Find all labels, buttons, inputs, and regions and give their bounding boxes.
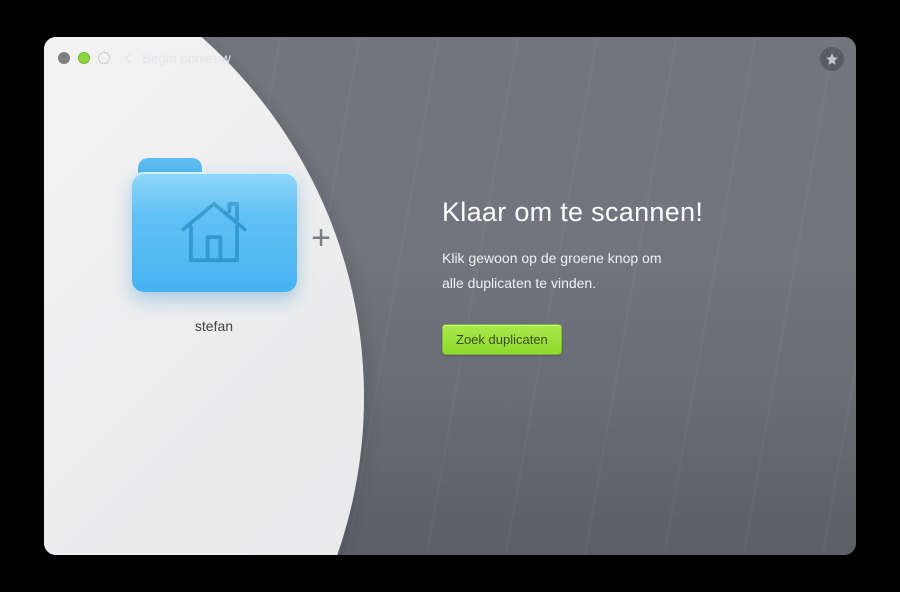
window-zoom-button[interactable] <box>98 52 110 64</box>
chevron-left-icon <box>124 52 135 63</box>
folder-icon <box>132 172 297 292</box>
source-folder[interactable] <box>132 172 297 292</box>
scan-button[interactable]: Zoek duplicaten <box>442 324 562 355</box>
source-folder-area: stefan <box>114 172 314 334</box>
source-folder-label: stefan <box>114 318 314 334</box>
back-button[interactable]: Begin opnieuw <box>126 51 231 66</box>
titlebar: Begin opnieuw <box>44 37 856 79</box>
window-close-button[interactable] <box>58 52 70 64</box>
back-label: Begin opnieuw <box>142 51 231 66</box>
window-controls <box>58 52 110 64</box>
scan-subtext-line1: Klik gewoon op de groene knop om <box>442 250 661 266</box>
scan-subtext: Klik gewoon op de groene knop om alle du… <box>442 246 816 296</box>
scan-headline: Klaar om te scannen! <box>442 197 816 228</box>
add-folder-button[interactable]: + <box>306 223 336 253</box>
home-icon <box>173 191 255 273</box>
scan-button-label: Zoek duplicaten <box>456 332 548 347</box>
scan-subtext-line2: alle duplicaten te vinden. <box>442 275 596 291</box>
window-minimize-button[interactable] <box>78 52 90 64</box>
main-content: Klaar om te scannen! Klik gewoon op de g… <box>442 197 816 355</box>
app-window: Begin opnieuw stefan + Klaar om te s <box>44 37 856 555</box>
star-icon <box>825 52 839 66</box>
favorites-button[interactable] <box>820 47 844 71</box>
plus-icon: + <box>311 221 331 255</box>
